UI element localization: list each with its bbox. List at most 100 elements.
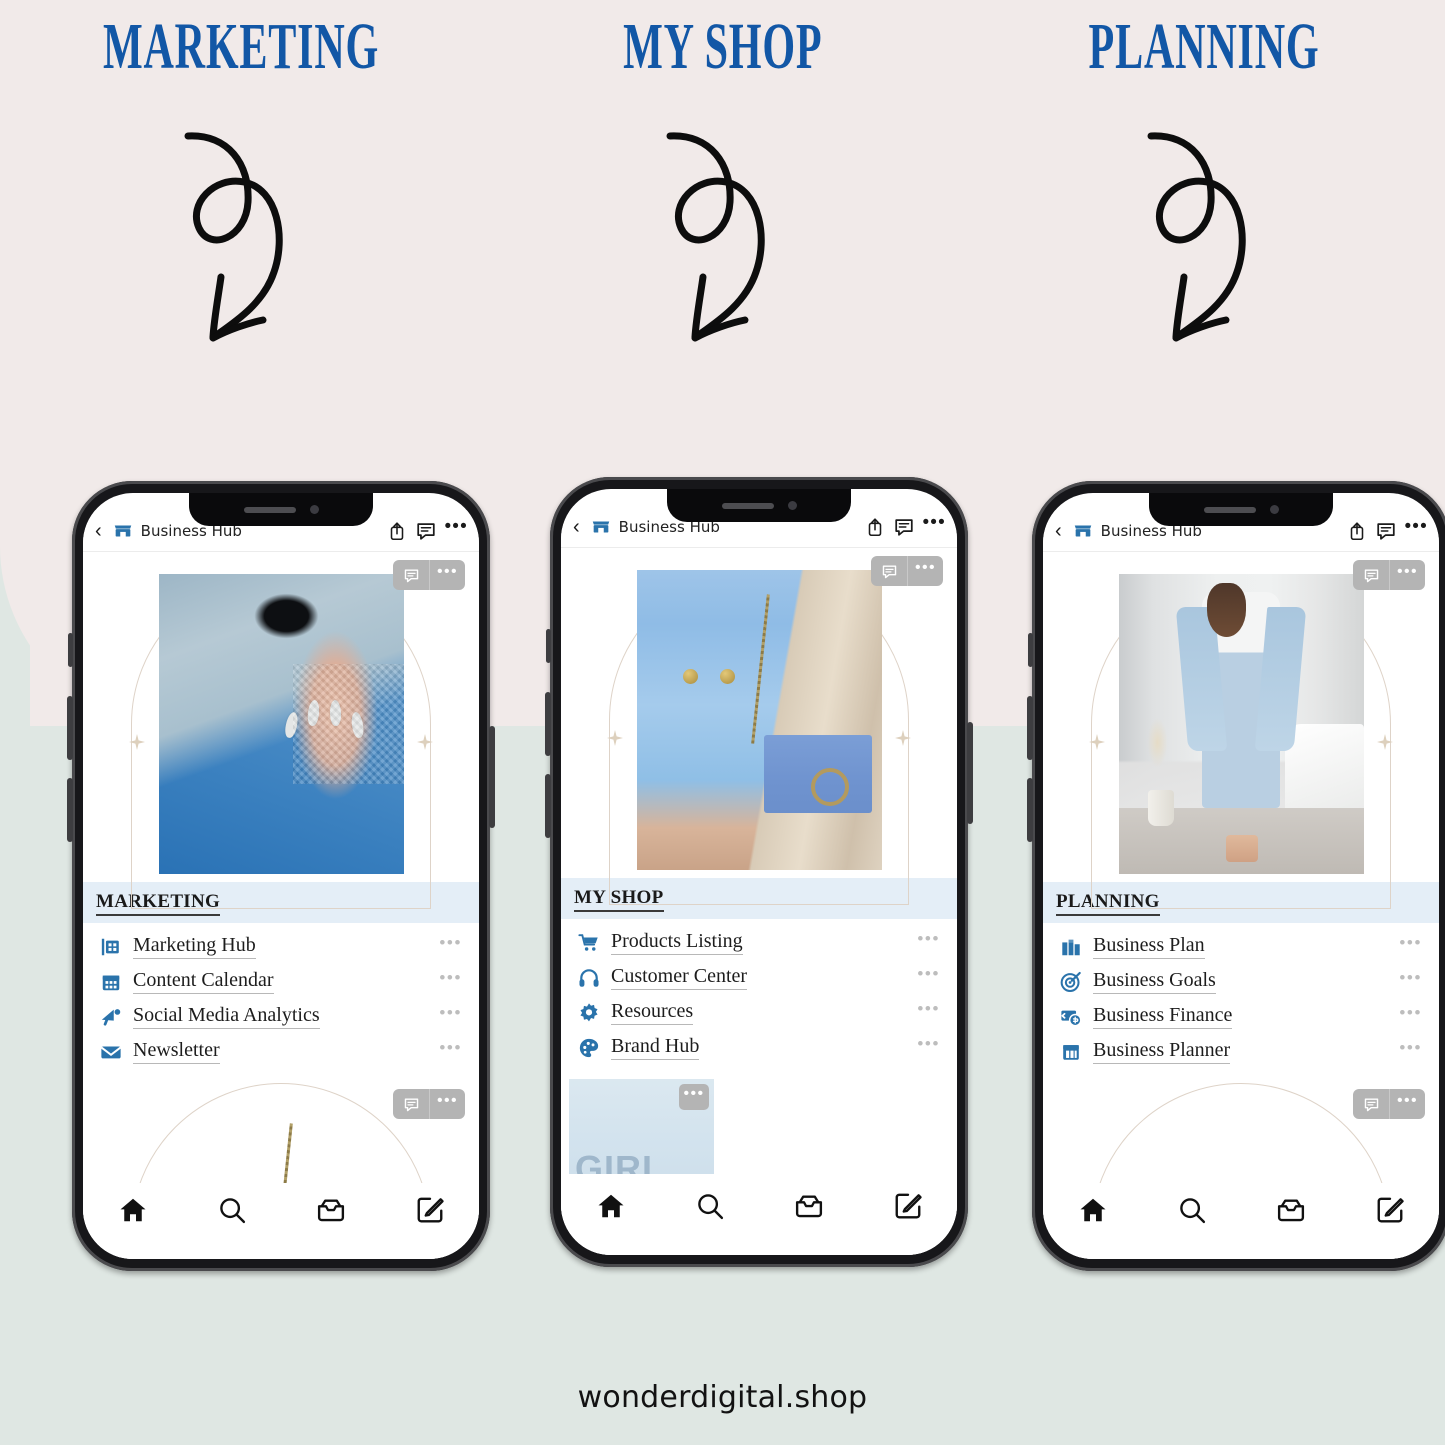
tab-inbox[interactable] [281, 1195, 380, 1225]
card-comment-button[interactable] [1353, 1089, 1389, 1119]
search-icon [219, 1198, 245, 1224]
phone-volume-down-button[interactable] [67, 778, 73, 842]
photo-detail [751, 594, 770, 744]
list-item[interactable]: Social Media Analytics ••• [96, 999, 466, 1034]
phone-power-button[interactable] [967, 722, 973, 824]
arch-frame [607, 570, 911, 905]
curly-arrow-down-left-icon [1147, 132, 1246, 342]
tab-search[interactable] [1142, 1195, 1241, 1225]
share-icon[interactable] [386, 520, 408, 542]
compose-icon [895, 1193, 922, 1219]
front-camera [1269, 505, 1279, 514]
phone-power-button[interactable] [489, 726, 495, 828]
card-more-button[interactable]: ••• [1389, 1089, 1425, 1119]
card-more-button[interactable]: ••• [907, 556, 943, 586]
card-toolbar: ••• [393, 1089, 465, 1119]
list-item-more-icon[interactable]: ••• [439, 934, 466, 954]
comment-icon[interactable] [1375, 520, 1397, 542]
card-more-button[interactable]: ••• [1389, 560, 1425, 590]
card-comment-button[interactable] [871, 556, 907, 586]
phone-mute-switch[interactable] [1028, 633, 1033, 667]
tab-home[interactable] [561, 1191, 660, 1221]
tab-inbox[interactable] [759, 1191, 858, 1221]
phone-notch [667, 489, 851, 522]
list-item[interactable]: Content Calendar ••• [96, 964, 466, 999]
phone-volume-up-button[interactable] [1027, 696, 1033, 760]
card-comment-button[interactable] [393, 560, 429, 590]
list-item-more-icon[interactable]: ••• [917, 930, 944, 950]
back-icon[interactable]: ‹ [570, 517, 583, 537]
sparkle-icon [129, 734, 145, 750]
money-card-icon [1061, 1010, 1082, 1026]
share-icon[interactable] [864, 516, 886, 538]
search-icon [1179, 1198, 1205, 1224]
list-item-label: Business Goals [1093, 969, 1216, 994]
phone-volume-down-button[interactable] [545, 774, 551, 838]
phone-volume-up-button[interactable] [67, 696, 73, 760]
phone-mockup-planning: ‹ Business Hub ••• ••• PLANNING Business… [1027, 481, 1445, 1271]
list-item-more-icon[interactable]: ••• [1399, 1004, 1426, 1024]
card-more-button[interactable]: ••• [429, 1089, 465, 1119]
tile-more-button[interactable]: ••• [679, 1084, 709, 1110]
header-more-icon[interactable]: ••• [1404, 517, 1430, 540]
list-item[interactable]: Resources ••• [574, 995, 944, 1030]
list-item[interactable]: Business Planner ••• [1056, 1034, 1426, 1069]
card-comment-button[interactable] [1353, 560, 1389, 590]
phone-volume-up-button[interactable] [545, 692, 551, 756]
palette-icon [579, 1038, 599, 1057]
tab-home[interactable] [1043, 1195, 1142, 1225]
list-item-more-icon[interactable]: ••• [1399, 969, 1426, 989]
list-item-more-icon[interactable]: ••• [917, 1035, 944, 1055]
card-comment-button[interactable] [393, 1089, 429, 1119]
tab-inbox[interactable] [1241, 1195, 1340, 1225]
comment-icon[interactable] [415, 520, 437, 542]
list-item[interactable]: Business Plan ••• [1056, 929, 1426, 964]
phone-mute-switch[interactable] [68, 633, 73, 667]
image-card: ••• [561, 548, 957, 905]
phone-mockups: ‹ Business Hub ••• ••• MARKETING Marketi… [0, 477, 1445, 1281]
list-item-label: Business Finance [1093, 1004, 1233, 1029]
back-icon[interactable]: ‹ [1052, 521, 1065, 541]
tab-home[interactable] [83, 1195, 182, 1225]
bottom-tab-bar [1043, 1183, 1439, 1259]
phone-mute-switch[interactable] [546, 629, 551, 663]
link-list: Marketing Hub ••• Content Calendar ••• S… [83, 923, 479, 1069]
list-item-more-icon[interactable]: ••• [439, 969, 466, 989]
front-camera [787, 501, 797, 510]
list-item-more-icon[interactable]: ••• [439, 1004, 466, 1024]
tab-compose[interactable] [1340, 1195, 1439, 1225]
home-icon [120, 1198, 145, 1222]
list-item[interactable]: Business Finance ••• [1056, 999, 1426, 1034]
arrow-col-2 [482, 120, 964, 370]
back-icon[interactable]: ‹ [92, 521, 105, 541]
header-more-icon[interactable]: ••• [444, 517, 470, 540]
list-item[interactable]: Newsletter ••• [96, 1034, 466, 1069]
tab-search[interactable] [660, 1191, 759, 1221]
list-item-more-icon[interactable]: ••• [439, 1039, 466, 1059]
list-item-more-icon[interactable]: ••• [917, 965, 944, 985]
list-item-more-icon[interactable]: ••• [1399, 934, 1426, 954]
comment-icon [882, 564, 896, 578]
tab-compose[interactable] [380, 1195, 479, 1225]
comment-icon [404, 1097, 418, 1111]
card-more-button[interactable]: ••• [429, 560, 465, 590]
list-item[interactable]: Marketing Hub ••• [96, 929, 466, 964]
image-tile[interactable]: ••• GIRL [569, 1079, 714, 1174]
comment-icon [404, 568, 418, 582]
header-more-icon[interactable]: ••• [922, 513, 948, 536]
phone-volume-down-button[interactable] [1027, 778, 1033, 842]
list-item[interactable]: Brand Hub ••• [574, 1030, 944, 1065]
tab-compose[interactable] [858, 1191, 957, 1221]
list-item-more-icon[interactable]: ••• [1399, 1039, 1426, 1059]
list-item[interactable]: Products Listing ••• [574, 925, 944, 960]
list-item[interactable]: Customer Center ••• [574, 960, 944, 995]
tab-search[interactable] [182, 1195, 281, 1225]
ellipsis-icon: ••• [914, 558, 936, 576]
list-item-more-icon[interactable]: ••• [917, 1000, 944, 1020]
list-item[interactable]: Business Goals ••• [1056, 964, 1426, 999]
earpiece-speaker [721, 502, 774, 509]
tile-text: GIRL [575, 1148, 665, 1174]
share-icon[interactable] [1346, 520, 1368, 542]
image-card: ••• [83, 552, 479, 909]
comment-icon[interactable] [893, 516, 915, 538]
